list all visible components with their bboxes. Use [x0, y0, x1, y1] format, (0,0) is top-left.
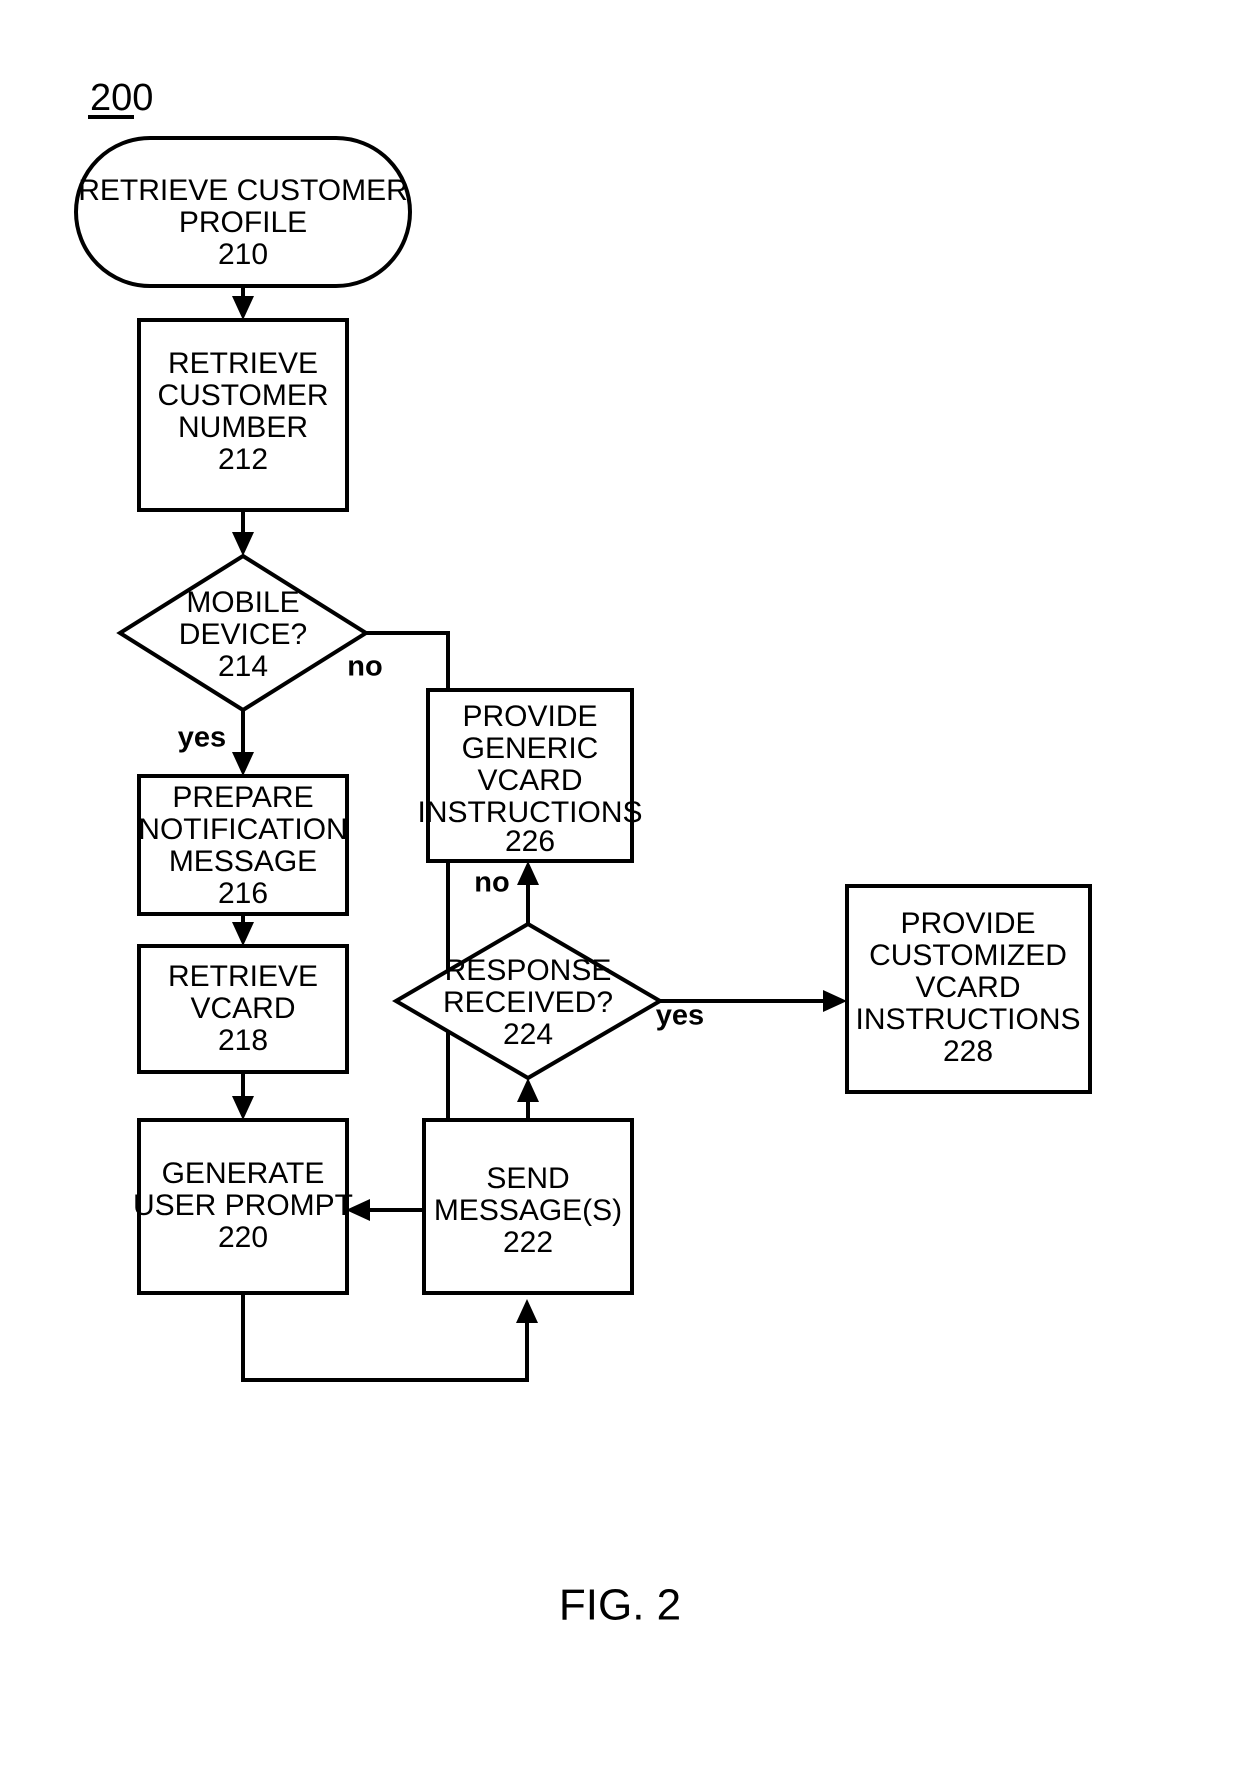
- figure-reference-200: 200: [88, 77, 153, 119]
- node-222-numeral: 222: [503, 1226, 553, 1259]
- node-224-line1: RESPONSE: [445, 954, 612, 987]
- node-214-line1: MOBILE: [186, 586, 299, 619]
- node-212-retrieve-customer-number: RETRIEVE CUSTOMER NUMBER 212: [137, 318, 349, 512]
- node-226-line1: PROVIDE: [462, 700, 597, 733]
- node-214-line2: DEVICE?: [179, 618, 307, 651]
- node-210-retrieve-customer-profile: RETRIEVE CUSTOMER PROFILE 210: [74, 136, 412, 288]
- figure-reference-label: 200: [90, 77, 153, 119]
- node-226-provide-generic-vcard-instructions: PROVIDE GENERIC VCARD INSTRUCTIONS 226: [418, 688, 643, 863]
- node-228-line4: INSTRUCTIONS: [856, 1003, 1081, 1036]
- node-224-line2: RECEIVED?: [443, 986, 613, 1019]
- node-228-line3: VCARD: [915, 971, 1020, 1004]
- node-228-line1: PROVIDE: [900, 907, 1035, 940]
- node-210-line2: PROFILE: [179, 206, 307, 239]
- node-228-numeral: 228: [943, 1035, 993, 1068]
- node-212-line2: CUSTOMER: [157, 379, 328, 412]
- node-220-line2: USER PROMPT: [133, 1189, 353, 1222]
- node-212-line1: RETRIEVE: [168, 347, 318, 380]
- node-218-retrieve-vcard: RETRIEVE VCARD 218: [137, 944, 349, 1074]
- node-214-numeral: 214: [218, 650, 268, 683]
- node-216-line2: NOTIFICATION: [138, 813, 347, 846]
- figure-caption: FIG. 2: [559, 1581, 681, 1630]
- node-218-line2: VCARD: [190, 992, 295, 1025]
- node-226-numeral: 226: [505, 825, 555, 858]
- connector-218-to-220: [232, 1072, 254, 1120]
- node-226-line2: GENERIC: [462, 732, 599, 765]
- node-216-line1: PREPARE: [172, 781, 313, 814]
- flowchart-diagram: 200 RETRIEVE CUSTOMER PROFILE 210 RETRIE…: [74, 77, 1092, 1630]
- connector-224-yes-arrowhead: [823, 990, 847, 1012]
- connector-220-to-222-path: [241, 1293, 529, 1382]
- connector-212-to-214-arrowhead: [232, 532, 254, 556]
- branch-label-214-yes: yes: [178, 722, 226, 754]
- node-220-generate-user-prompt: GENERATE USER PROMPT 220: [133, 1118, 353, 1295]
- node-228-provide-customized-vcard-instructions: PROVIDE CUSTOMIZED VCARD INSTRUCTIONS 22…: [845, 884, 1092, 1094]
- branch-label-224-no: no: [474, 867, 509, 899]
- connector-216-to-218-arrowhead: [232, 922, 254, 946]
- node-226-line3: VCARD: [477, 764, 582, 797]
- node-210-numeral: 210: [218, 238, 268, 271]
- connector-224-yes-to-228: yes: [656, 990, 847, 1032]
- node-212-line3: NUMBER: [178, 411, 308, 444]
- connector-222-to-224: [517, 1078, 539, 1120]
- node-228-line2: CUSTOMIZED: [869, 939, 1067, 972]
- branch-label-224-yes: yes: [656, 1000, 704, 1032]
- node-224-numeral: 224: [503, 1018, 553, 1051]
- node-224-response-received-decision: RESPONSE RECEIVED? 224: [392, 921, 664, 1081]
- node-212-numeral: 212: [218, 443, 268, 476]
- connector-212-to-214: [232, 510, 254, 556]
- connector-220-to-222-arrowhead: [516, 1299, 538, 1323]
- node-218-numeral: 218: [218, 1024, 268, 1057]
- connector-210-to-212-arrowhead: [232, 296, 254, 320]
- node-210-line1: RETRIEVE CUSTOMER: [78, 174, 408, 207]
- connector-214-yes-arrowhead: [232, 752, 254, 776]
- node-214-mobile-device-decision: MOBILE DEVICE? 214: [116, 553, 370, 713]
- connector-214-yes-to-216: yes: [178, 710, 254, 776]
- node-222-send-messages: SEND MESSAGE(S) 222: [422, 1118, 634, 1295]
- node-218-line1: RETRIEVE: [168, 960, 318, 993]
- node-222-line1: SEND: [486, 1162, 569, 1195]
- connector-220-to-222: [241, 1293, 538, 1382]
- node-220-line1: GENERATE: [162, 1157, 325, 1190]
- connector-224-no-to-226: no: [474, 861, 539, 924]
- patent-figure-page: 200 RETRIEVE CUSTOMER PROFILE 210 RETRIE…: [0, 0, 1240, 1778]
- node-222-line2: MESSAGE(S): [434, 1194, 622, 1227]
- node-216-line3: MESSAGE: [169, 845, 317, 878]
- node-216-numeral: 216: [218, 877, 268, 910]
- connector-222-to-224-arrowhead: [517, 1078, 539, 1102]
- branch-label-214-no: no: [347, 651, 382, 683]
- connector-216-to-218: [232, 914, 254, 946]
- node-216-prepare-notification-message: PREPARE NOTIFICATION MESSAGE 216: [137, 774, 349, 916]
- node-220-numeral: 220: [218, 1221, 268, 1254]
- connector-224-no-arrowhead: [517, 861, 539, 885]
- connector-210-to-212: [232, 286, 254, 320]
- connector-218-to-220-arrowhead: [232, 1096, 254, 1120]
